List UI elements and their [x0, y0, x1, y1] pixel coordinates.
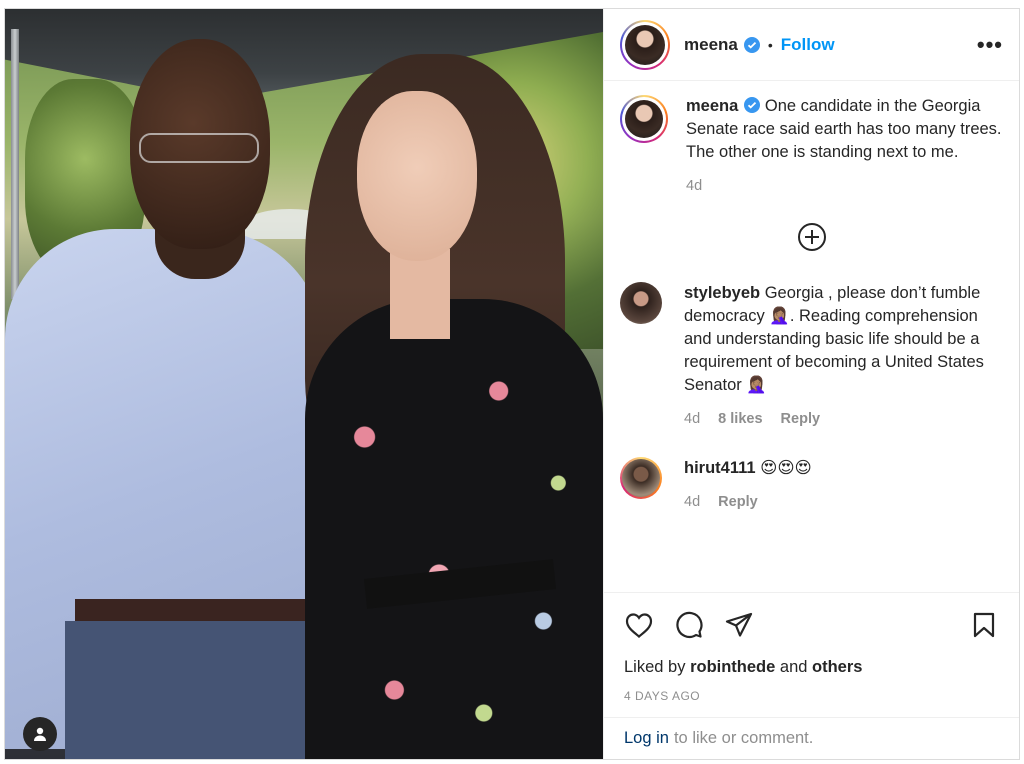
comment-avatar[interactable] — [620, 457, 662, 499]
action-bar — [604, 592, 1019, 656]
user-tag-icon[interactable] — [23, 717, 57, 751]
likes-line: Liked by robinthede and others — [604, 656, 1019, 677]
comment-meta: 4d Reply — [684, 491, 812, 514]
follow-button[interactable]: Follow — [781, 35, 835, 55]
comment-time[interactable]: 4d — [684, 494, 700, 510]
person-left-belt — [75, 599, 305, 623]
post-header: meena • Follow ••• — [604, 9, 1019, 81]
more-icon[interactable]: ••• — [977, 32, 1003, 58]
caption-username[interactable]: meena — [686, 97, 738, 115]
comment-item: stylebyeb Georgia , please don’t fumble … — [620, 282, 1003, 431]
caption: meena One candidate in the Georgia Senat… — [620, 95, 1003, 198]
comment-username[interactable]: hirut4111 — [684, 459, 756, 477]
comment-time[interactable]: 4d — [684, 411, 700, 427]
reply-button[interactable]: Reply — [781, 411, 821, 427]
author-username[interactable]: meena — [684, 35, 738, 55]
likes-prefix: Liked by — [624, 658, 686, 676]
login-rest: to like or comment. — [673, 729, 814, 747]
posted-ago[interactable]: 4 DAYS AGO — [604, 677, 1019, 717]
person-left-glasses — [139, 133, 259, 163]
post-side-panel: meena • Follow ••• meena One candidate i… — [603, 9, 1019, 759]
verified-icon — [743, 36, 760, 53]
comment-item: hirut4111 😍😍😍 4d Reply — [620, 457, 1003, 514]
verified-icon — [744, 97, 761, 113]
login-link[interactable]: Log in — [624, 729, 669, 748]
heart-icon[interactable] — [624, 610, 654, 640]
likes-and: and — [779, 658, 808, 676]
caption-time[interactable]: 4d — [686, 178, 702, 194]
comment-meta: 4d 8 likes Reply — [684, 408, 1003, 431]
load-more-icon[interactable] — [620, 222, 1003, 252]
person-right-dress — [305, 299, 603, 759]
bookmark-icon[interactable] — [969, 610, 999, 640]
login-prompt: Log in to like or comment. — [604, 717, 1019, 759]
post-photo[interactable] — [5, 9, 603, 759]
comment-username[interactable]: stylebyeb — [684, 284, 760, 302]
canopy-pole — [11, 29, 19, 299]
comment-likes[interactable]: 8 likes — [718, 411, 762, 427]
comments-section: meena One candidate in the Georgia Senat… — [604, 81, 1019, 592]
caption-meta: 4d — [686, 175, 1003, 198]
caption-avatar[interactable] — [620, 95, 668, 143]
comment-body: hirut4111 😍😍😍 4d Reply — [684, 457, 812, 514]
header-separator: • — [767, 36, 773, 53]
share-icon[interactable] — [724, 610, 754, 640]
likes-others[interactable]: others — [812, 658, 862, 676]
person-left-pants — [65, 621, 315, 759]
comment-body: stylebyeb Georgia , please don’t fumble … — [684, 282, 1003, 431]
author-avatar[interactable] — [620, 19, 670, 70]
comment-avatar[interactable] — [620, 282, 662, 324]
instagram-post: meena • Follow ••• meena One candidate i… — [4, 8, 1020, 760]
comment-text: 😍😍😍 — [760, 459, 812, 477]
comment-icon[interactable] — [674, 610, 704, 640]
person-right-neck — [390, 249, 450, 339]
person-right-face — [357, 91, 477, 261]
likes-user[interactable]: robinthede — [690, 658, 775, 676]
reply-button[interactable]: Reply — [718, 494, 758, 510]
caption-body: meena One candidate in the Georgia Senat… — [686, 95, 1003, 198]
